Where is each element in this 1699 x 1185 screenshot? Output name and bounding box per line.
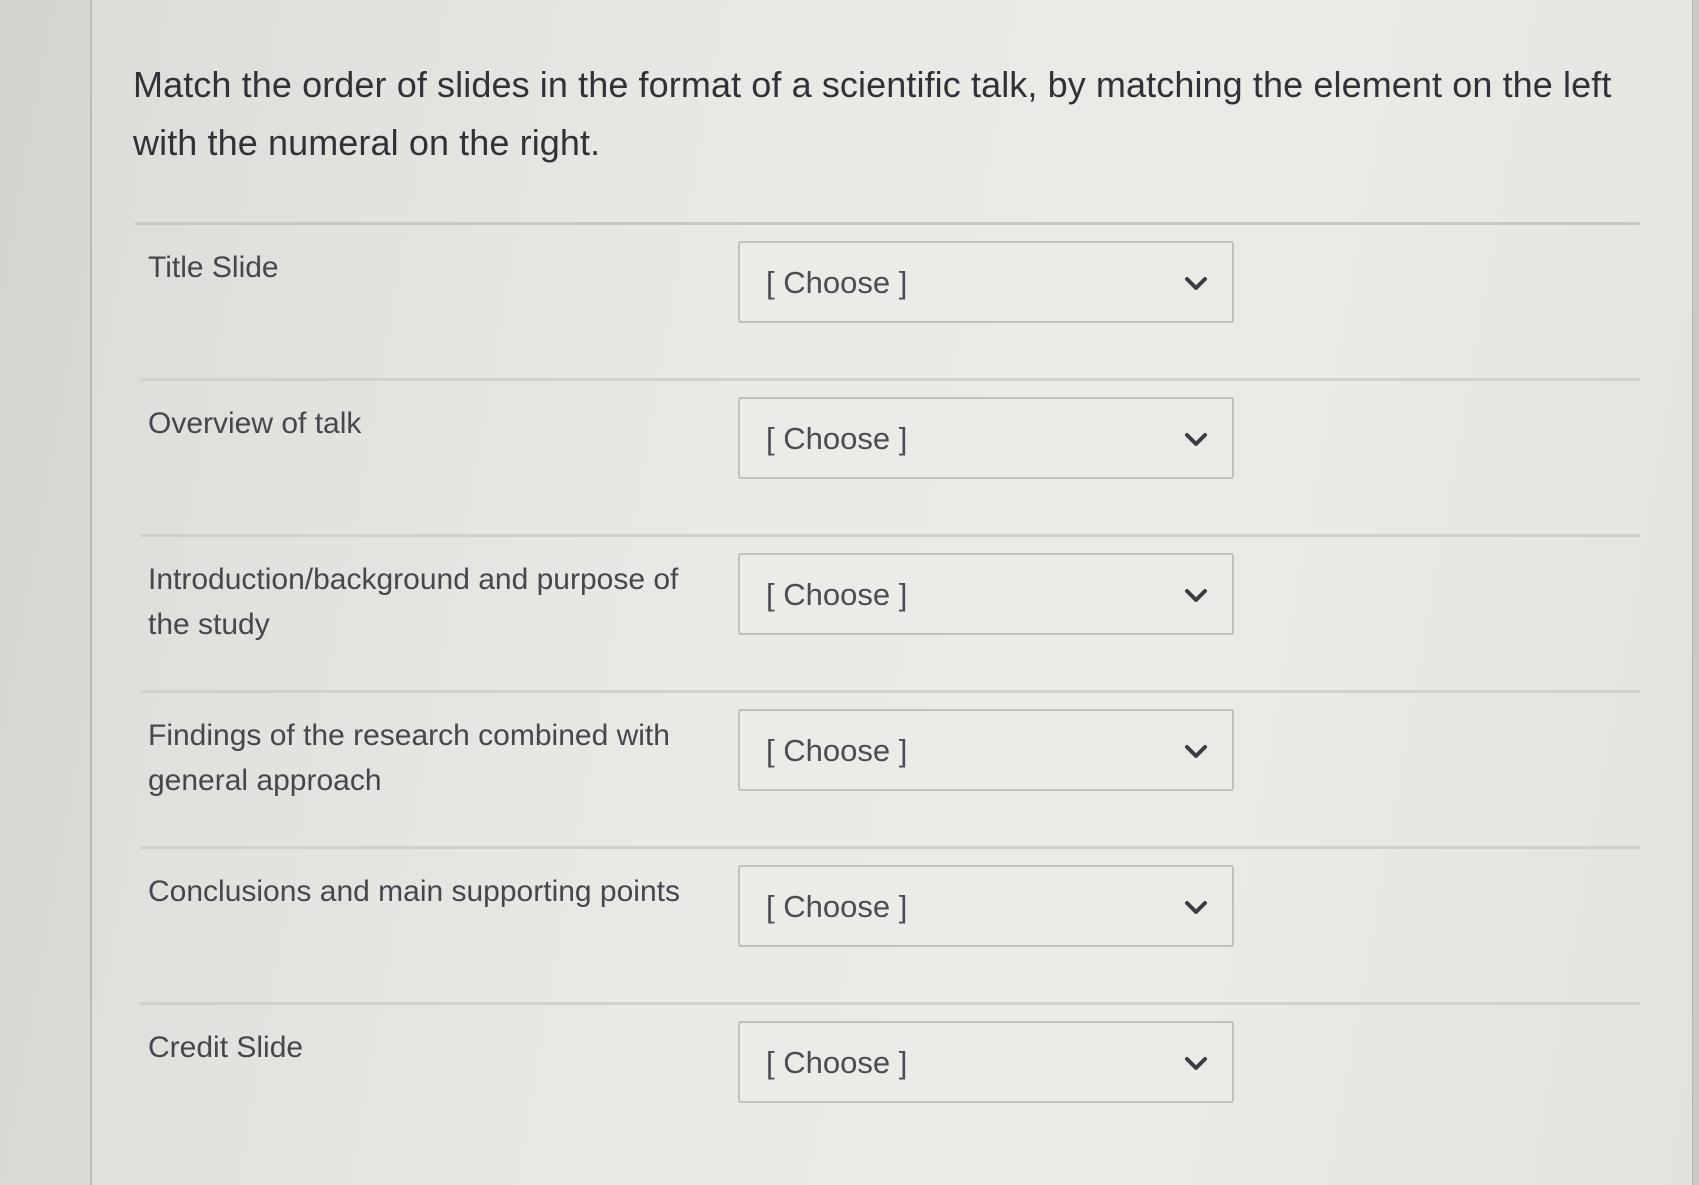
scrollbar-edge	[1692, 0, 1699, 1185]
answer-dropdown[interactable]: [ Choose ]	[738, 865, 1234, 947]
match-item-label: Conclusions and main supporting points	[148, 875, 680, 908]
dropdown-value: [ Choose ]	[766, 889, 908, 924]
answer-dropdown[interactable]: [ Choose ]	[738, 397, 1234, 479]
chevron-down-icon	[1185, 1057, 1207, 1070]
match-item-label: Title Slide	[148, 251, 279, 284]
match-row: Conclusions and main supporting points […	[140, 849, 1640, 1005]
chevron-down-icon	[1185, 901, 1207, 914]
dropdown-value: [ Choose ]	[766, 577, 908, 612]
match-item-label: Credit Slide	[148, 1031, 304, 1064]
answer-dropdown[interactable]: [ Choose ]	[738, 553, 1234, 635]
dropdown-value: [ Choose ]	[766, 733, 908, 768]
answer-dropdown[interactable]: [ Choose ]	[738, 1021, 1234, 1103]
match-item-label: Introduction/background and purpose of t…	[148, 563, 679, 641]
question-text: Match the order of slides in the format …	[133, 64, 1612, 163]
chevron-down-icon	[1185, 589, 1207, 602]
match-row: Title Slide [ Choose ]	[140, 225, 1640, 381]
dropdown-value: [ Choose ]	[766, 265, 908, 300]
answer-dropdown[interactable]: [ Choose ]	[738, 709, 1234, 791]
chevron-down-icon	[1185, 433, 1207, 446]
match-row: Introduction/background and purpose of t…	[140, 537, 1640, 693]
match-item-label: Findings of the research combined with g…	[148, 719, 670, 797]
chevron-down-icon	[1185, 745, 1207, 758]
match-row: Findings of the research combined with g…	[140, 693, 1640, 849]
match-row: Overview of talk [ Choose ]	[140, 381, 1640, 537]
dropdown-value: [ Choose ]	[766, 1045, 908, 1080]
match-item-label: Overview of talk	[148, 407, 362, 440]
match-row: Credit Slide [ Choose ]	[140, 1005, 1640, 1161]
chevron-down-icon	[1185, 277, 1207, 290]
answer-dropdown[interactable]: [ Choose ]	[738, 241, 1234, 323]
dropdown-value: [ Choose ]	[766, 421, 908, 456]
